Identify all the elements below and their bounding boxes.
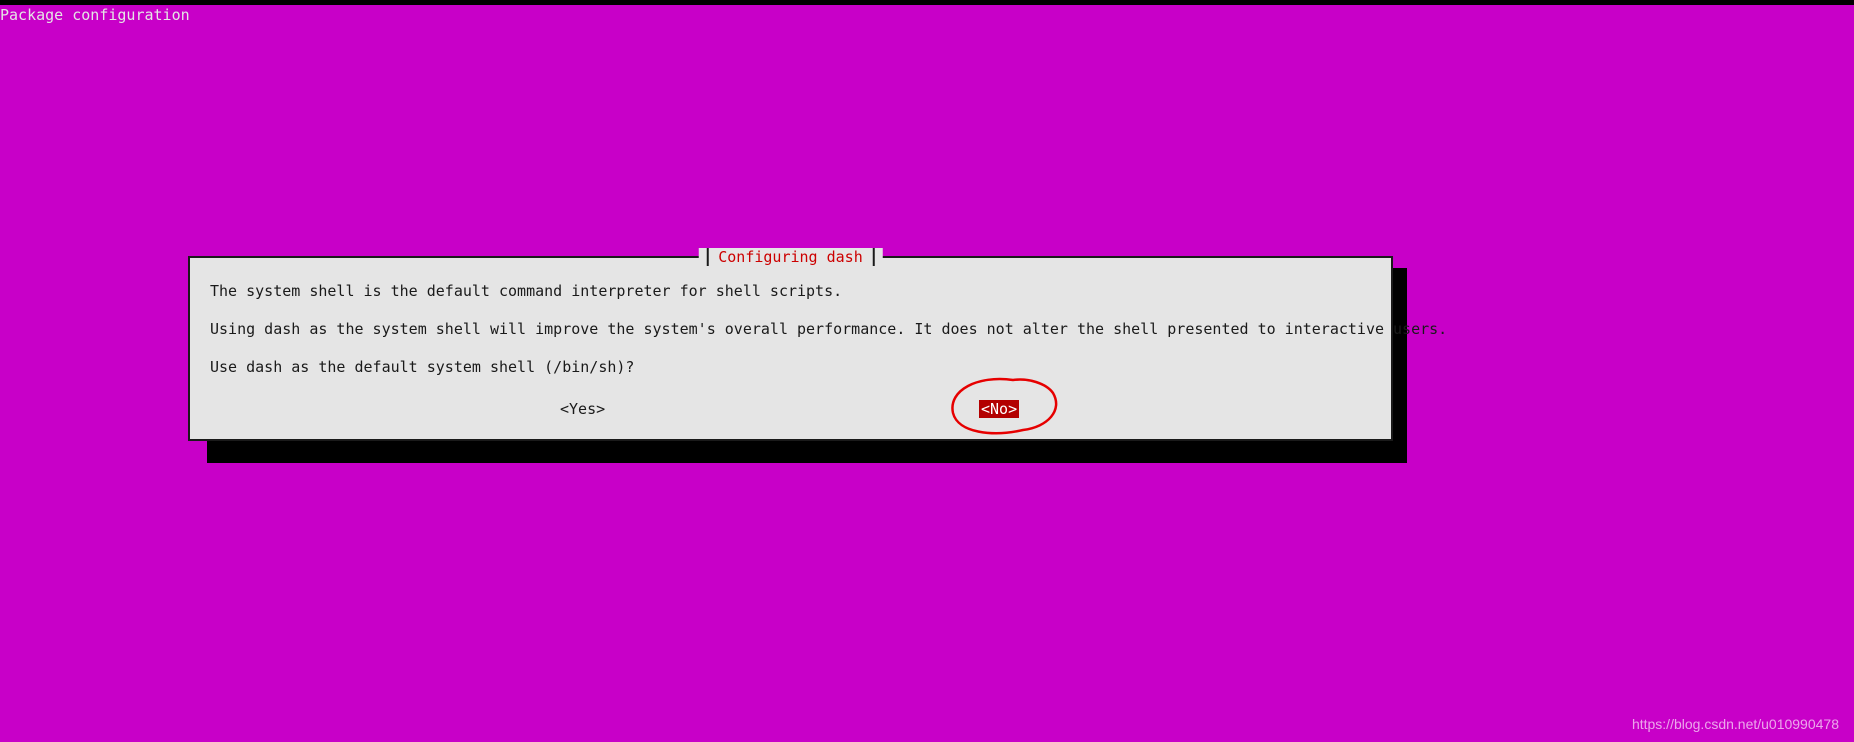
dialog-content: The system shell is the default command … (190, 258, 1391, 376)
yes-button[interactable]: <Yes> (560, 400, 605, 418)
page-title: Package configuration (0, 6, 190, 24)
dialog-text-line-1: The system shell is the default command … (210, 282, 1371, 300)
no-button[interactable]: <No> (979, 400, 1019, 418)
dialog-title-container: Configuring dash (698, 248, 883, 266)
dialog-title: Configuring dash (706, 248, 875, 266)
top-border (0, 0, 1854, 5)
watermark-text: https://blog.csdn.net/u010990478 (1632, 716, 1839, 732)
dialog-text-line-3: Use dash as the default system shell (/b… (210, 358, 1371, 376)
dialog-text-line-2: Using dash as the system shell will impr… (210, 320, 1371, 338)
configuration-dialog: Configuring dash The system shell is the… (188, 256, 1393, 441)
